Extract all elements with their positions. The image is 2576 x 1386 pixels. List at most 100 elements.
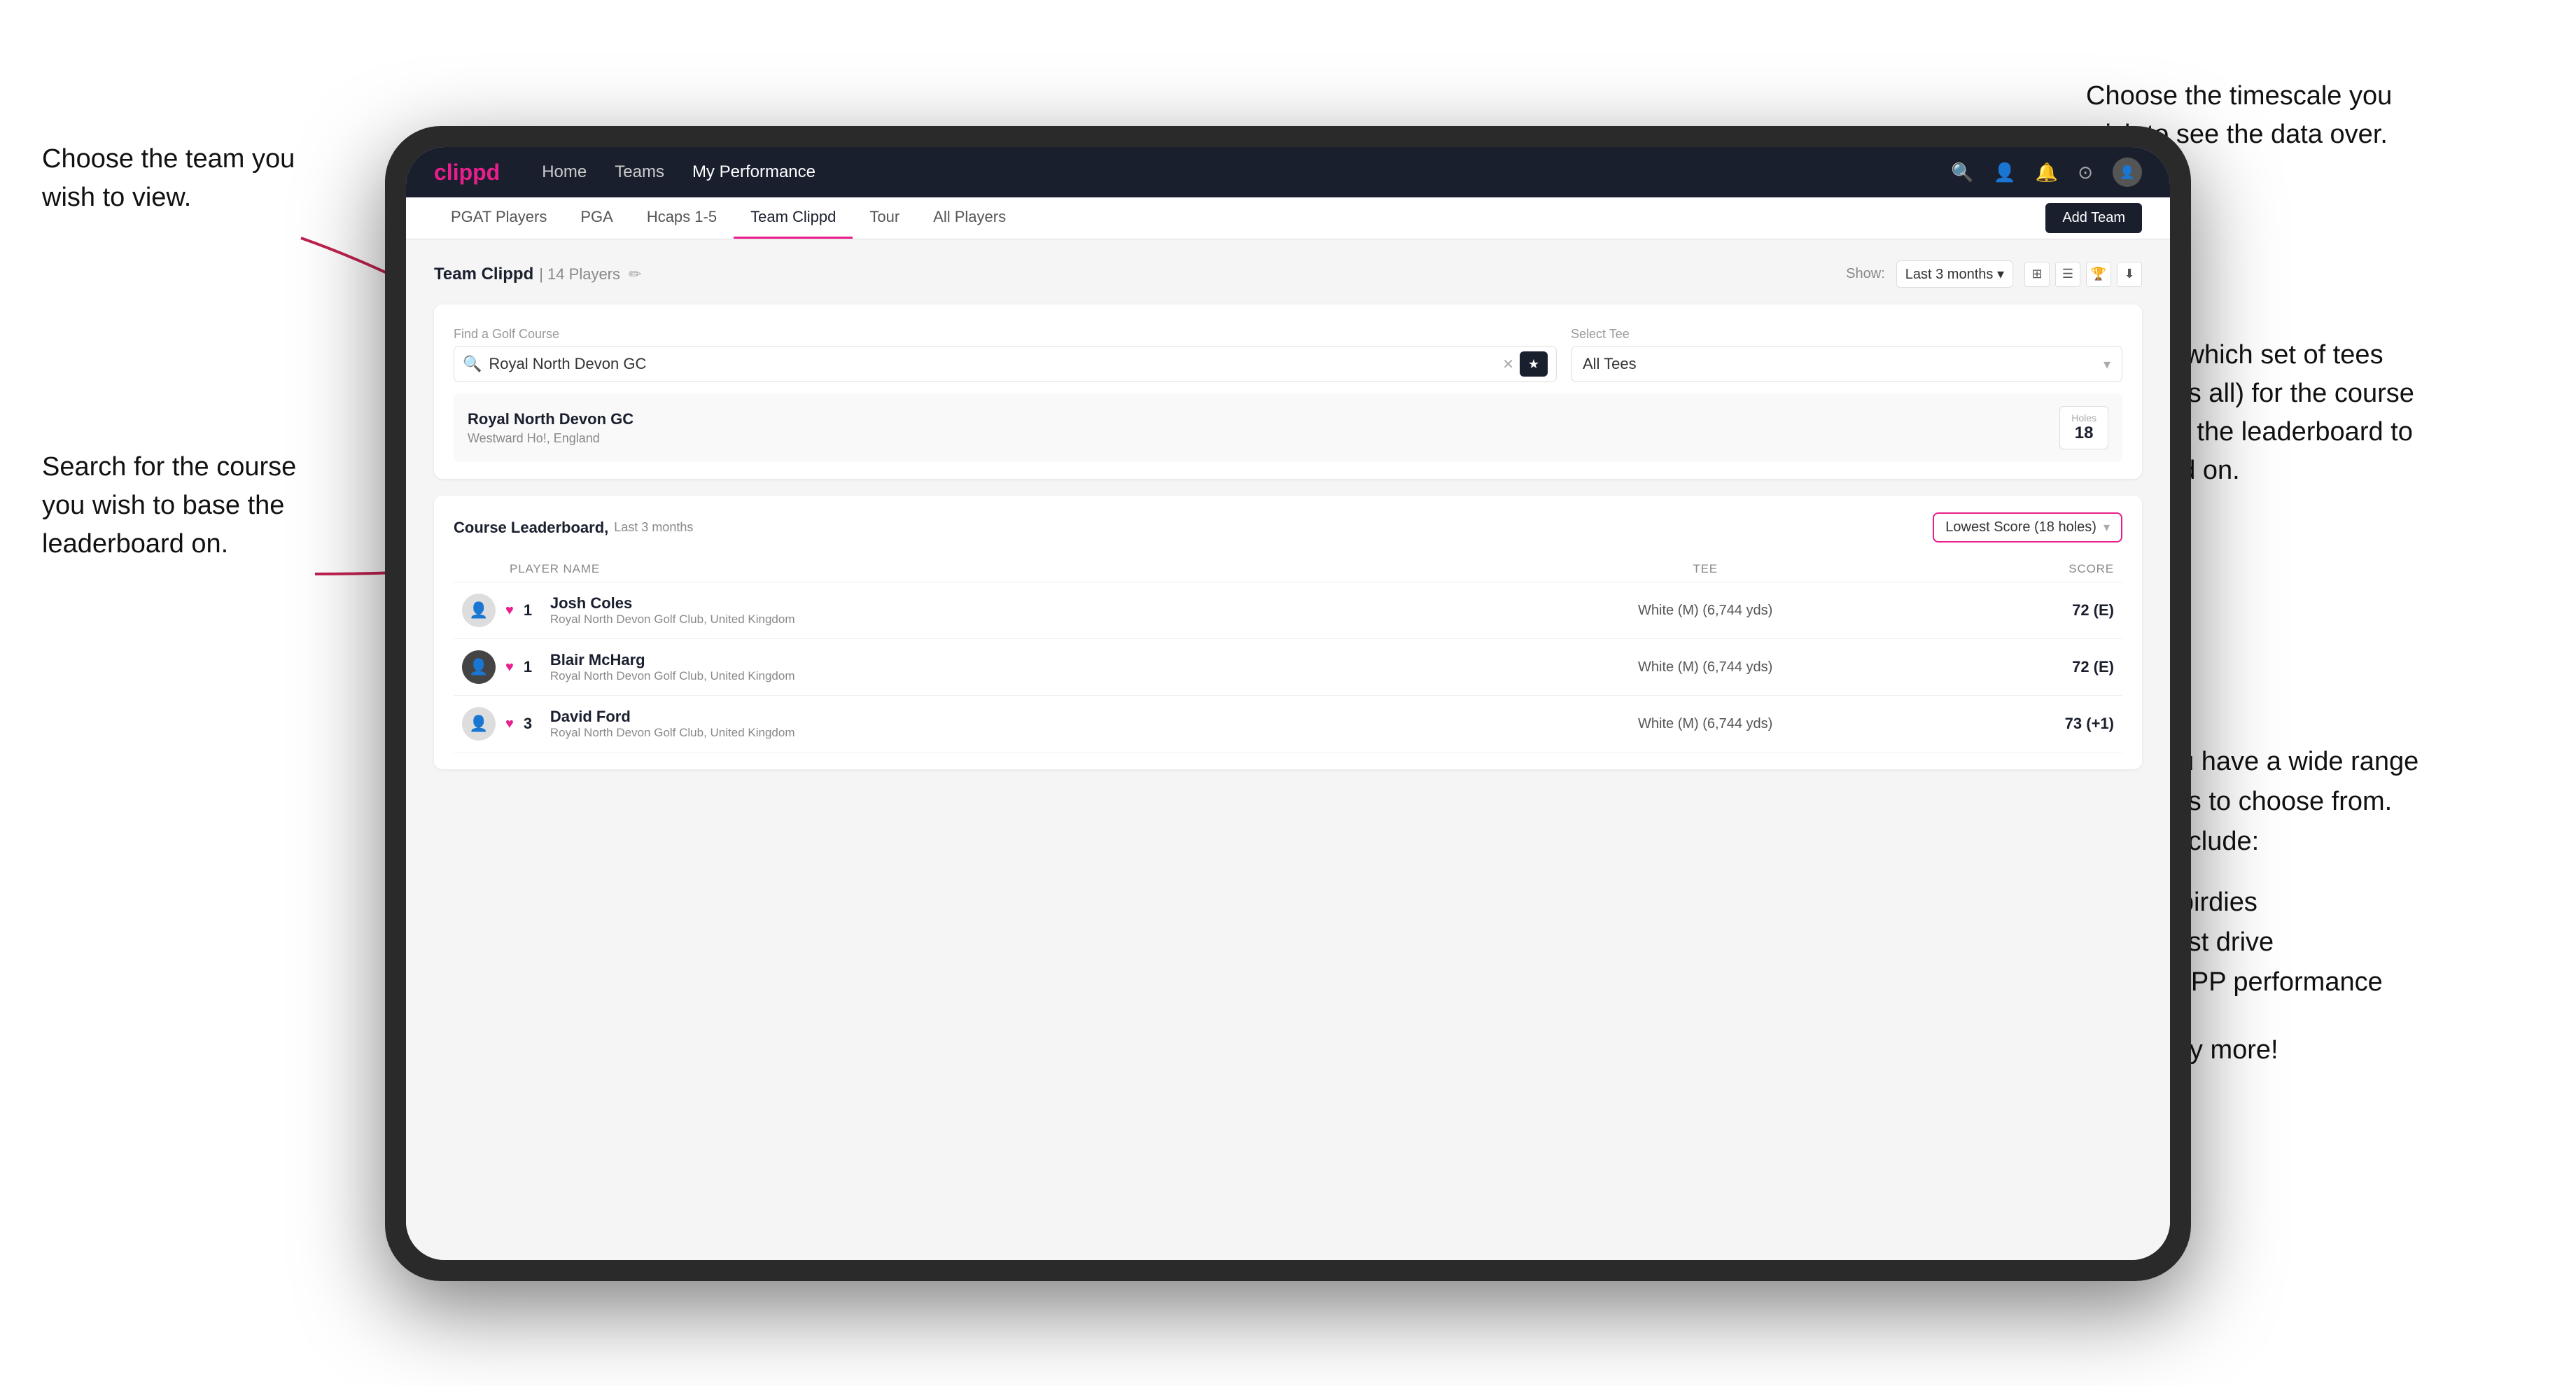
nav-link-myperformance[interactable]: My Performance — [692, 162, 816, 182]
player-avatar-1: 👤 — [462, 594, 496, 627]
score-cell-3: 73 (+1) — [1928, 696, 2122, 752]
holes-number: 18 — [2071, 424, 2096, 443]
score-cell-1: 72 (E) — [1928, 582, 2122, 639]
team-title: Team Clippd — [434, 265, 533, 284]
subnav-hcaps[interactable]: Hcaps 1-5 — [630, 197, 734, 239]
holes-badge: Holes 18 — [2059, 406, 2108, 449]
player-avatar-2: 👤 — [462, 650, 496, 684]
player-avatar-3: 👤 — [462, 707, 496, 741]
search-section: Find a Golf Course 🔍 Royal North Devon G… — [434, 304, 2142, 479]
notification-icon[interactable]: 🔔 — [2036, 162, 2058, 183]
player-rank-2: 1 — [524, 658, 540, 676]
search-icon[interactable]: 🔍 — [1951, 162, 1973, 183]
subnav: PGAT Players PGA Hcaps 1-5 Team Clippd T… — [406, 197, 2170, 239]
player-name-3: David Ford — [550, 708, 795, 726]
player-name-2: Blair McHarg — [550, 651, 795, 669]
course-name: Royal North Devon GC — [468, 410, 2059, 428]
leaderboard-thead: PLAYER NAME TEE SCORE — [454, 556, 2122, 582]
player-cell-2: 👤 ♥ 1 Blair McHarg Royal North Devon Gol… — [454, 639, 1483, 696]
subnav-teamclippd[interactable]: Team Clippd — [734, 197, 853, 239]
main-content: Team Clippd | 14 Players ✏ Show: Last 3 … — [406, 239, 2170, 1260]
tee-select-value: All Tees — [1583, 355, 2104, 373]
tablet-screen: clippd Home Teams My Performance 🔍 👤 🔔 ⊙… — [406, 147, 2170, 1260]
tee-cell-2: White (M) (6,744 yds) — [1483, 639, 1928, 696]
show-select[interactable]: Last 3 months ▾ — [1896, 260, 2013, 288]
tee-select[interactable]: All Tees ▾ — [1571, 346, 2122, 382]
score-chevron-icon: ▾ — [2104, 520, 2110, 535]
leaderboard-table: PLAYER NAME TEE SCORE 👤 ♥ — [454, 556, 2122, 752]
player-club-2: Royal North Devon Golf Club, United King… — [550, 669, 795, 683]
nav-logo: clippd — [434, 160, 500, 186]
score-value-1: 72 (E) — [2072, 601, 2114, 619]
avatar[interactable]: 👤 — [2113, 158, 2142, 187]
show-label: Show: — [1846, 266, 1885, 282]
score-type-value: Lowest Score (18 holes) — [1945, 519, 2096, 536]
subnav-allplayers[interactable]: All Players — [916, 197, 1023, 239]
add-team-button[interactable]: Add Team — [2045, 203, 2142, 233]
course-search-col: Find a Golf Course 🔍 Royal North Devon G… — [454, 327, 1557, 382]
profile-icon[interactable]: 👤 — [1993, 162, 2015, 183]
nav-link-home[interactable]: Home — [542, 162, 587, 182]
view-icons: ⊞ ☰ 🏆 ⬇ — [2024, 262, 2142, 287]
score-type-select[interactable]: Lowest Score (18 holes) ▾ — [1933, 512, 2122, 542]
player-rank-1: 1 — [524, 601, 540, 620]
holes-label: Holes — [2071, 412, 2096, 424]
course-search-input-wrap[interactable]: 🔍 Royal North Devon GC ✕ ★ — [454, 346, 1557, 382]
tee-cell-3: White (M) (6,744 yds) — [1483, 696, 1928, 752]
search-clear-icon[interactable]: ✕ — [1502, 356, 1514, 373]
table-row: 👤 ♥ 1 Blair McHarg Royal North Devon Gol… — [454, 639, 2122, 696]
nav-icons: 🔍 👤 🔔 ⊙ 👤 — [1951, 158, 2142, 187]
score-value-3: 73 (+1) — [2065, 715, 2114, 732]
annotation-course-search: Search for the course you wish to base t… — [42, 448, 296, 564]
leaderboard-subtitle: Last 3 months — [614, 520, 693, 535]
trophy-view-button[interactable]: 🏆 — [2086, 262, 2111, 287]
tee-col: Select Tee All Tees ▾ — [1571, 327, 2122, 382]
team-header-right: Show: Last 3 months ▾ ⊞ ☰ 🏆 ⬇ — [1846, 260, 2142, 288]
search-row: Find a Golf Course 🔍 Royal North Devon G… — [454, 327, 2122, 382]
favorite-icon-2[interactable]: ♥ — [505, 659, 514, 676]
favorite-icon-3[interactable]: ♥ — [505, 716, 514, 732]
team-count: | 14 Players — [539, 265, 620, 284]
nav-link-teams[interactable]: Teams — [615, 162, 664, 182]
favorite-icon-1[interactable]: ♥ — [505, 603, 514, 619]
score-cell-2: 72 (E) — [1928, 639, 2122, 696]
tee-chevron-icon: ▾ — [2104, 356, 2110, 373]
player-name-1: Josh Coles — [550, 594, 795, 612]
subnav-pga[interactable]: PGA — [564, 197, 629, 239]
table-row: 👤 ♥ 1 Josh Coles Royal North Devon Golf … — [454, 582, 2122, 639]
course-result: Royal North Devon GC Westward Ho!, Engla… — [454, 393, 2122, 462]
leaderboard-section: Course Leaderboard, Last 3 months Lowest… — [434, 496, 2142, 769]
score-value-2: 72 (E) — [2072, 658, 2114, 676]
settings-icon[interactable]: ⊙ — [2078, 162, 2093, 183]
tablet-frame: clippd Home Teams My Performance 🔍 👤 🔔 ⊙… — [385, 126, 2191, 1281]
list-view-button[interactable]: ☰ — [2055, 262, 2080, 287]
grid-view-button[interactable]: ⊞ — [2024, 262, 2050, 287]
subnav-pgat[interactable]: PGAT Players — [434, 197, 564, 239]
course-search-label: Find a Golf Course — [454, 327, 1557, 342]
edit-icon[interactable]: ✏ — [629, 265, 641, 284]
col-tee: TEE — [1483, 556, 1928, 582]
search-icon-small: 🔍 — [463, 355, 482, 373]
leaderboard-header: Course Leaderboard, Last 3 months Lowest… — [454, 512, 2122, 542]
nav-links: Home Teams My Performance — [542, 162, 1951, 182]
team-header: Team Clippd | 14 Players ✏ Show: Last 3 … — [434, 260, 2142, 288]
col-player: PLAYER NAME — [454, 556, 1483, 582]
show-chevron-icon: ▾ — [1997, 267, 2004, 282]
tee-cell-1: White (M) (6,744 yds) — [1483, 582, 1928, 639]
player-cell-3: 👤 ♥ 3 David Ford Royal North Devon Golf … — [454, 696, 1483, 752]
table-row: 👤 ♥ 3 David Ford Royal North Devon Golf … — [454, 696, 2122, 752]
subnav-tour[interactable]: Tour — [853, 197, 916, 239]
leaderboard-title: Course Leaderboard, — [454, 519, 608, 537]
star-button[interactable]: ★ — [1520, 351, 1548, 377]
tee-label: Select Tee — [1571, 327, 2122, 342]
player-rank-3: 3 — [524, 715, 540, 733]
annotation-team-choose: Choose the team you wish to view. — [42, 140, 295, 217]
download-button[interactable]: ⬇ — [2117, 262, 2142, 287]
player-club-3: Royal North Devon Golf Club, United King… — [550, 726, 795, 740]
course-input-value[interactable]: Royal North Devon GC — [489, 355, 1502, 373]
navbar: clippd Home Teams My Performance 🔍 👤 🔔 ⊙… — [406, 147, 2170, 197]
player-cell-1: 👤 ♥ 1 Josh Coles Royal North Devon Golf … — [454, 582, 1483, 639]
player-club-1: Royal North Devon Golf Club, United King… — [550, 612, 795, 626]
course-location: Westward Ho!, England — [468, 431, 2059, 446]
col-score: SCORE — [1928, 556, 2122, 582]
